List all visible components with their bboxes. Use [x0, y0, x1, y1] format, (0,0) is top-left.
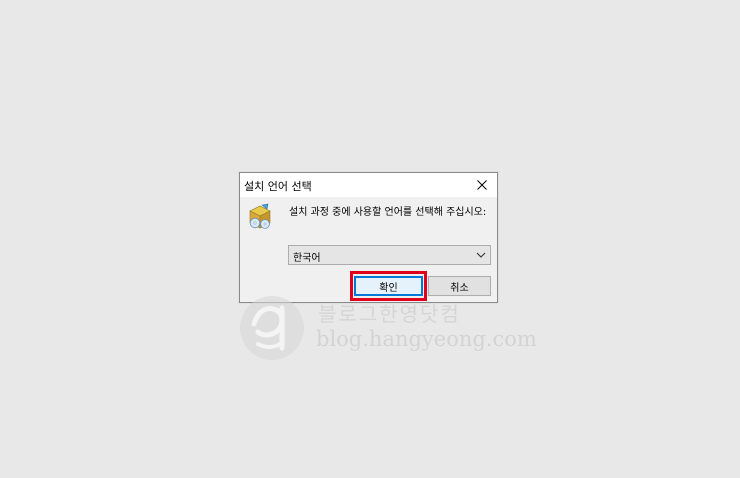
watermark-korean-text: 블로그한영닷컴	[318, 302, 461, 326]
language-selection-dialog: 설치 언어 선택 설치 과정 중에 사용할 언어를 선택해 주십시오: 한국어 …	[239, 172, 498, 303]
close-icon	[477, 180, 487, 190]
dialog-title: 설치 언어 선택	[244, 180, 312, 193]
dialog-titlebar: 설치 언어 선택	[240, 173, 497, 197]
watermark: 블로그한영닷컴 blog.hangyeong.com	[236, 292, 537, 372]
chevron-down-icon	[476, 252, 486, 258]
dialog-prompt: 설치 과정 중에 사용할 언어를 선택해 주십시오:	[289, 207, 487, 218]
close-button[interactable]	[467, 173, 497, 197]
language-select[interactable]: 한국어	[288, 245, 491, 265]
setup-package-icon	[248, 203, 272, 231]
language-select-value: 한국어	[293, 253, 321, 264]
watermark-url-text: blog.hangyeong.com	[316, 327, 537, 351]
watermark-logo	[236, 292, 308, 364]
